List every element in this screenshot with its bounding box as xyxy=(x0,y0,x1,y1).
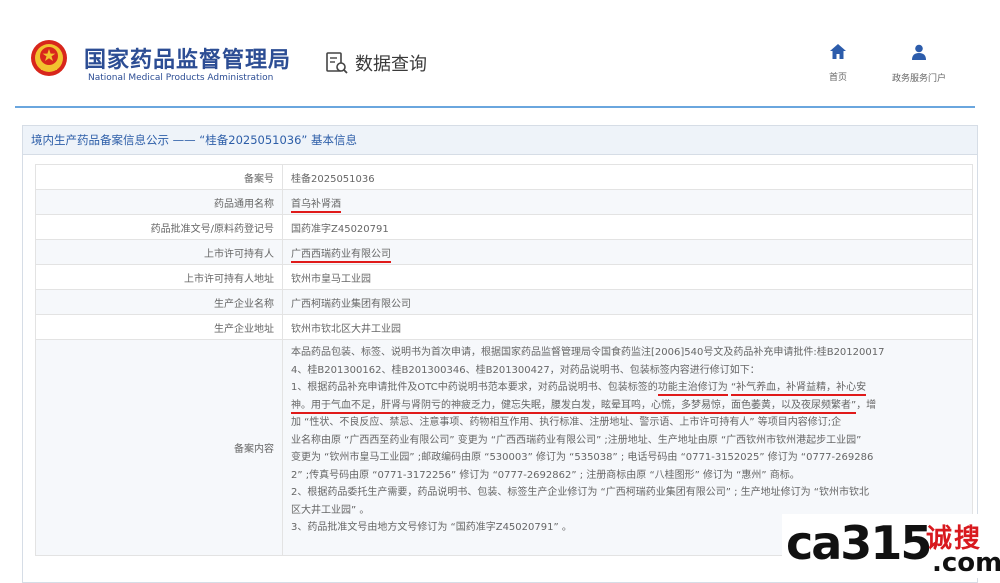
field-label: 生产企业名称 xyxy=(35,289,283,315)
field-value: 国药准字Z45020791 xyxy=(282,214,973,240)
nav-home-label: 首页 xyxy=(828,73,847,83)
table-row: 备案号 桂备2025051036 xyxy=(35,164,973,190)
panel-title: 境内生产药品备案信息公示 —— “桂备2025051036” 基本信息 xyxy=(23,126,977,155)
record-info-table: 备案号 桂备2025051036 药品通用名称 首乌补肾酒 药品批准文号/原料药… xyxy=(35,164,973,556)
header-divider xyxy=(15,106,975,108)
data-query-label: 数据查询 xyxy=(355,54,427,75)
content-text: 1、根据药品补充申请批件及OTC中药说明书范本要求，对药品说明书、包装标签的 xyxy=(291,382,658,393)
site-header: 国家药品监督管理局 National Medical Products Admi… xyxy=(0,0,1000,108)
watermark-main-text: ca315 xyxy=(786,516,932,570)
content-text-underlined: 功能主治修订为 xyxy=(657,382,728,396)
content-line: 神。用于气血不足，肝肾与肾阴亏的神疲乏力，健忘失眠，腰发白发，眩晕耳鸣，心慌，多… xyxy=(291,397,964,415)
field-value: 首乌补肾酒 xyxy=(291,198,341,213)
content-line: 业名称由原 “广西西至药业有限公司” 变更为 “广西西瑞药业有限公司” ;注册地… xyxy=(291,434,862,446)
document-search-icon xyxy=(326,52,348,74)
table-row: 上市许可持有人 广西西瑞药业有限公司 xyxy=(35,239,973,265)
watermark-logo: ca315 诚搜 .com xyxy=(782,514,1000,578)
field-label: 备案内容 xyxy=(35,339,283,556)
field-value: 广西西瑞药业有限公司 xyxy=(291,248,391,263)
nav-gov-service-portal[interactable]: 政务服务门户 xyxy=(880,44,958,84)
field-value: 广西柯瑞药业集团有限公司 xyxy=(282,289,973,315)
user-icon xyxy=(912,44,926,60)
field-label: 药品批准文号/原料药登记号 xyxy=(35,214,283,240)
table-row: 上市许可持有人地址 钦州市皇马工业园 xyxy=(35,264,973,290)
content-line: 2” ;传真号码由原 “0771-3172256” 修订为 “0777-2692… xyxy=(291,469,800,481)
field-label: 生产企业地址 xyxy=(35,314,283,340)
nav-gov-service-portal-label: 政务服务门户 xyxy=(891,74,946,84)
site-logo-subtitle: National Medical Products Administration xyxy=(88,73,274,83)
field-value: 桂备2025051036 xyxy=(282,164,973,190)
national-emblem-icon xyxy=(31,40,67,76)
content-line: 加 “性状、不良反应、禁忌、注意事项、药物相互作用、执行标准、注册地址、警示语、… xyxy=(291,417,842,428)
field-label: 备案号 xyxy=(35,164,283,190)
table-row: 药品通用名称 首乌补肾酒 xyxy=(35,189,973,215)
content-line: 本品药品包装、标签、说明书为首次申请，根据国家药品监督管理局令国食药监注[200… xyxy=(291,347,885,358)
content-text: ，增 xyxy=(856,399,877,411)
nav-home[interactable]: 首页 xyxy=(818,44,858,83)
site-logo-title[interactable]: 国家药品监督管理局 xyxy=(84,42,291,74)
table-row: 药品批准文号/原料药登记号 国药准字Z45020791 xyxy=(35,214,973,240)
home-icon xyxy=(830,44,846,59)
content-line: 2、根据药品委托生产需要，药品说明书、包装、标签生产企业修订为 “广西柯瑞药业集… xyxy=(291,487,869,498)
table-row: 生产企业名称 广西柯瑞药业集团有限公司 xyxy=(35,289,973,315)
field-label: 上市许可持有人地址 xyxy=(35,264,283,290)
field-label: 上市许可持有人 xyxy=(35,239,283,265)
content-line: 变更为 “钦州市皇马工业园” ;邮政编码由原 “530003” 修订为 “535… xyxy=(291,452,874,463)
content-line: 1、根据药品补充申请批件及OTC中药说明书范本要求，对药品说明书、包装标签的功能… xyxy=(291,379,964,397)
content-line: 4、桂B201300162、桂B201300346、桂B201300427，对药… xyxy=(291,364,760,376)
watermark-domain-text: .com xyxy=(932,548,1000,578)
table-row: 生产企业地址 钦州市钦北区大井工业园 xyxy=(35,314,973,340)
content-text-underlined: 神。用于气血不足，肝肾与肾阴亏的神疲乏力，健忘失眠，腰发白发，眩晕耳鸣，心慌，多… xyxy=(291,399,857,414)
content-text-underlined: “补气养血，补肾益精，补心安 xyxy=(730,382,867,396)
field-value: 钦州市皇马工业园 xyxy=(282,264,973,290)
data-query-link[interactable]: 数据查询 xyxy=(325,50,427,76)
field-value: 钦州市钦北区大井工业园 xyxy=(282,314,973,340)
field-label: 药品通用名称 xyxy=(35,189,283,215)
